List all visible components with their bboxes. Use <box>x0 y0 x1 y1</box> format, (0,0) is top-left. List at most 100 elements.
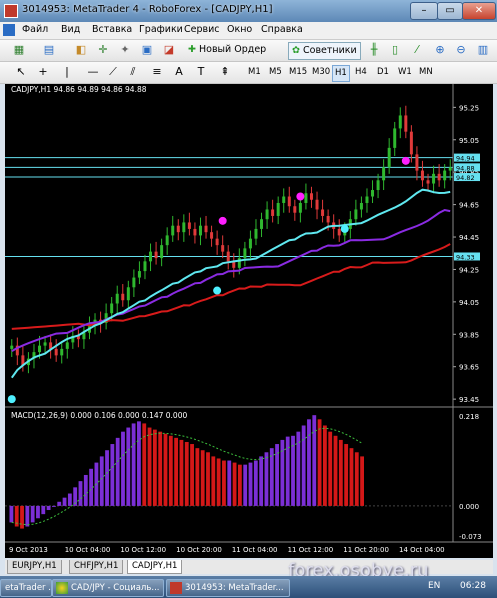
candle-body <box>137 271 141 278</box>
new-chart-icon[interactable]: ▦ <box>12 43 26 57</box>
menu-view[interactable]: Вид <box>61 24 80 35</box>
tile-windows-icon[interactable]: ▥ <box>476 43 490 57</box>
candle-body <box>304 193 308 203</box>
crosshair-icon[interactable]: + <box>36 65 50 79</box>
profiles-icon[interactable]: ▤ <box>42 43 56 57</box>
tab-eurjpy[interactable]: EURJPY,H1 <box>7 560 62 574</box>
candle-body <box>359 202 363 210</box>
data-window-icon[interactable]: ✛ <box>96 43 110 57</box>
macd-histogram-bar <box>322 425 327 506</box>
candle-body <box>271 209 275 216</box>
menu-help[interactable]: Справка <box>261 24 303 35</box>
macd-histogram-bar <box>179 439 184 506</box>
macd-histogram-bar <box>147 427 152 506</box>
strategy-tester-icon[interactable]: ◪ <box>162 43 176 57</box>
price-tick-label: 94.05 <box>459 299 479 307</box>
label-icon[interactable]: T <box>194 65 208 79</box>
candlestick-icon[interactable]: ▯ <box>388 43 402 57</box>
time-axis-label: 14 Oct 04:00 <box>399 546 445 554</box>
macd-histogram-bar <box>115 437 120 506</box>
channel-icon[interactable]: ⫽ <box>126 65 140 79</box>
chart-header: CADJPY,H1 94.86 94.89 94.86 94.88 <box>11 85 147 94</box>
zoom-in-icon[interactable]: ⊕ <box>433 43 447 57</box>
chart-window[interactable]: CADJPY,H1 94.86 94.89 94.86 94.88 MACD(1… <box>5 84 493 558</box>
menu-file[interactable]: Файл <box>22 24 48 35</box>
experts-label: Советники <box>303 45 357 56</box>
horizontal-line-icon[interactable]: — <box>86 65 100 79</box>
tab-cadjpy[interactable]: CADJPY,H1 <box>127 560 183 574</box>
candle-body <box>426 180 430 184</box>
macd-histogram-bar <box>237 464 242 506</box>
trendline-icon[interactable]: ⟋ <box>106 65 120 79</box>
timeframe-m5[interactable]: M5 <box>267 65 284 80</box>
macd-histogram-bar <box>158 431 163 506</box>
close-button[interactable]: ✕ <box>462 2 496 20</box>
macd-header: MACD(12,26,9) 0.000 0.106 0.000 0.147 0.… <box>11 411 187 420</box>
macd-histogram-bar <box>253 460 258 506</box>
text-icon[interactable]: A <box>172 65 186 79</box>
experts-icon: ✿ <box>292 45 300 56</box>
timeframe-h4[interactable]: H4 <box>353 65 369 80</box>
arrows-icon[interactable]: ⇞ <box>218 65 232 79</box>
new-order-button[interactable]: ✚ Новый Ордер <box>185 42 269 58</box>
candle-body <box>221 245 225 252</box>
time-axis-label: 11 Oct 20:00 <box>343 546 389 554</box>
timeframe-m30[interactable]: M30 <box>310 65 332 80</box>
maximize-button[interactable]: ▭ <box>437 2 463 20</box>
candle-body <box>376 180 380 191</box>
candle-body <box>193 228 197 236</box>
menu-charts[interactable]: Графики <box>139 24 183 35</box>
mid-moving-average-line <box>11 208 451 353</box>
macd-histogram-bar <box>41 505 46 515</box>
candle-body <box>210 232 214 239</box>
taskbar-item-browser[interactable]: CAD/JPY - Социаль... <box>52 579 164 597</box>
experts-button[interactable]: ✿ Советники <box>288 42 361 60</box>
timeframe-m15[interactable]: M15 <box>287 65 309 80</box>
timeframe-m1[interactable]: M1 <box>246 65 263 80</box>
macd-histogram-bar <box>78 481 83 506</box>
macd-histogram-bar <box>269 448 274 506</box>
menu-tools[interactable]: Сервис <box>184 24 220 35</box>
taskbar-item-metatrader-1[interactable]: etaTrader ... <box>0 579 52 597</box>
macd-histogram-bar <box>280 439 285 506</box>
menu-insert[interactable]: Вставка <box>92 24 132 35</box>
candle-body <box>398 115 402 129</box>
terminal-icon[interactable]: ▣ <box>140 43 154 57</box>
vertical-line-icon[interactable]: | <box>60 65 74 79</box>
macd-histogram-bar <box>349 448 354 506</box>
bar-chart-icon[interactable]: ╫ <box>367 43 381 57</box>
timeframe-h1[interactable]: H1 <box>332 65 350 82</box>
candle-body <box>282 196 286 203</box>
language-indicator[interactable]: EN <box>428 581 440 591</box>
macd-histogram-bar <box>131 423 136 506</box>
taskbar-item-metatrader-2[interactable]: 3014953: MetaTrader... <box>166 579 290 597</box>
candle-body <box>382 167 386 181</box>
candle-body <box>432 173 436 184</box>
tab-chfjpy[interactable]: CHFJPY,H1 <box>69 560 124 574</box>
standard-toolbar: ▦ ▤ ◧ ✛ ✦ ▣ ◪ ✚ Новый Ордер ✿ Советники … <box>0 40 497 62</box>
candle-body <box>393 128 397 148</box>
level-price-label: 94.88 <box>456 164 475 172</box>
macd-histogram-bar <box>152 429 157 506</box>
menu-window[interactable]: Окно <box>227 24 252 35</box>
zoom-out-icon[interactable]: ⊖ <box>454 43 468 57</box>
signal-dot <box>218 216 227 225</box>
market-watch-icon[interactable]: ◧ <box>74 43 88 57</box>
macd-histogram-bar <box>110 444 115 506</box>
fibonacci-icon[interactable]: ≡ <box>150 65 164 79</box>
timeframe-d1[interactable]: D1 <box>375 65 391 80</box>
macd-histogram-bar <box>168 435 173 506</box>
macd-histogram-bar <box>30 505 35 523</box>
fast-moving-average-line <box>10 188 451 379</box>
candle-body <box>43 342 47 346</box>
timeframe-mn[interactable]: MN <box>417 65 435 80</box>
candle-body <box>54 348 58 356</box>
line-chart-icon[interactable]: ⁄ <box>410 43 424 57</box>
cursor-icon[interactable]: ↖ <box>14 65 28 79</box>
candle-body <box>187 222 191 229</box>
timeframe-w1[interactable]: W1 <box>396 65 414 80</box>
candle-body <box>354 209 358 220</box>
window-title: 3014953: MetaTrader 4 - RoboForex - [CAD… <box>22 4 273 15</box>
minimize-button[interactable]: – <box>410 2 438 20</box>
navigator-icon[interactable]: ✦ <box>118 43 132 57</box>
